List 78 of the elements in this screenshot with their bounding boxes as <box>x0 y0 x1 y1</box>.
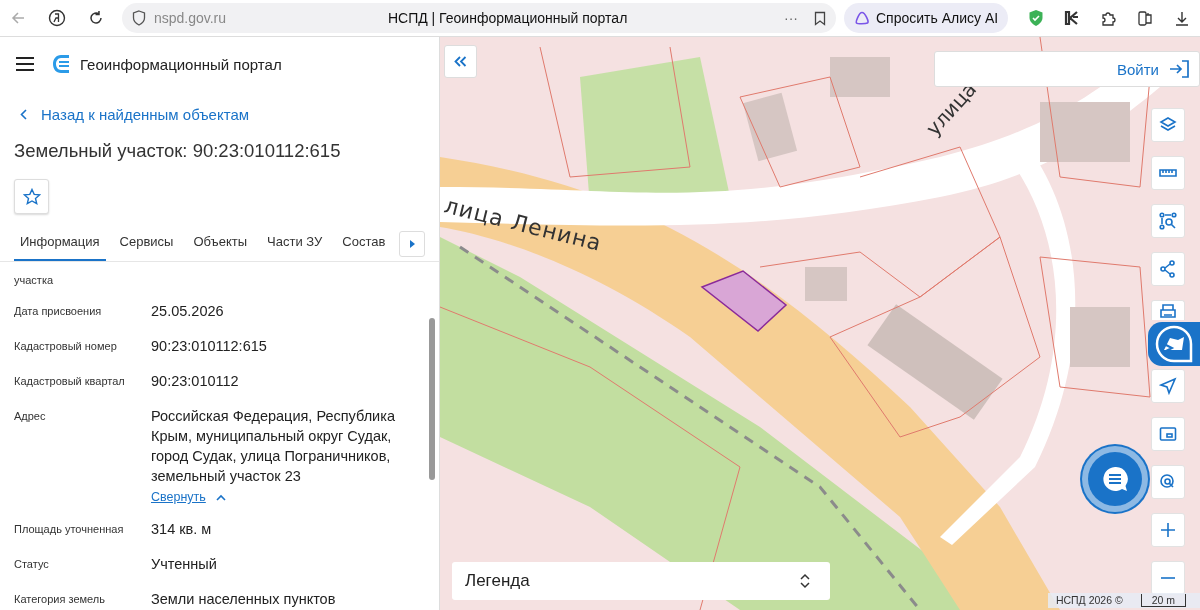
ask-alice-button[interactable]: Спросить Алису AI <box>844 3 1009 33</box>
scale-bar: 20 m <box>1140 594 1186 607</box>
chevron-left-icon <box>20 109 27 120</box>
collapse-link[interactable]: Свернуть <box>151 490 226 504</box>
field-label: Категория земель <box>14 592 106 607</box>
ruler-button[interactable] <box>1151 156 1185 190</box>
field-value: 25.05.2026 <box>151 302 225 321</box>
layers-icon <box>1159 116 1177 134</box>
tab[interactable]: Информация <box>14 226 106 261</box>
puzzle-icon[interactable] <box>1100 9 1118 27</box>
zoom-out-button[interactable] <box>1151 561 1185 595</box>
field-label: Адрес <box>14 409 47 424</box>
layers-button[interactable] <box>1151 108 1185 142</box>
back-link[interactable]: Назад к найденным объектам <box>20 106 250 123</box>
tab[interactable]: Части ЗУ <box>261 226 329 261</box>
tab[interactable]: Сервисы <box>113 226 180 261</box>
attribution-text: НСПД 2026 © <box>1055 594 1123 607</box>
chat-icon <box>1101 465 1129 493</box>
app-title: Геоинформационный портал <box>80 55 282 73</box>
field-label: Площадь уточненная <box>14 522 125 537</box>
area-search-icon <box>1159 212 1177 230</box>
chevron-up-icon <box>215 493 226 501</box>
field-value: 314 кв. м <box>151 520 213 539</box>
field-value: Российская Федерация, Республика Крым, муниципальный округ Судак, город Судак, улица Пограничников, земельный участок 23 <box>151 407 396 486</box>
shield-check-icon[interactable] <box>1028 9 1045 27</box>
double-chevron-left-icon <box>454 56 467 67</box>
field-label: Кадастровый номер <box>14 339 118 354</box>
service-tab-button[interactable] <box>1148 322 1200 366</box>
frame-button[interactable] <box>1151 417 1185 451</box>
street-label: лица Ленина <box>441 192 605 256</box>
minus-icon <box>1159 576 1177 580</box>
share-button[interactable] <box>1151 252 1185 286</box>
triangle-icon <box>854 11 870 25</box>
object-heading: Земельный участок: 90:23:010112:615 <box>14 140 342 162</box>
login-icon <box>1169 60 1189 78</box>
extension-logo-icon[interactable] <box>1064 10 1081 26</box>
page-title: НСПД | Геоинформационный портал <box>387 10 629 26</box>
field-value: Учтенный <box>151 555 218 574</box>
login-button[interactable]: Войти <box>934 51 1200 87</box>
more-button[interactable]: ··· <box>784 10 798 26</box>
field-value: 90:23:010112 <box>151 372 240 391</box>
address-bar[interactable]: nspd.gov.ru НСПД | Геоинформационный портал ··· <box>121 3 836 33</box>
share-icon <box>1159 260 1177 278</box>
tabs-icon[interactable] <box>1137 9 1155 27</box>
select-button[interactable] <box>1151 204 1185 238</box>
field-label: участка <box>14 273 55 286</box>
shield-icon <box>131 10 146 26</box>
print-button[interactable] <box>1151 300 1185 320</box>
url-text: nspd.gov.ru <box>153 10 228 26</box>
location-arrow-icon <box>1159 377 1177 395</box>
plus-icon <box>1159 521 1177 539</box>
field-value: Земли населенных пунктов <box>151 590 337 609</box>
tab[interactable]: Объекты <box>187 226 254 261</box>
favorite-button[interactable] <box>14 179 49 214</box>
field-label: Кадастровый квартал <box>14 374 126 389</box>
locate-button[interactable] <box>1151 465 1185 499</box>
tab[interactable]: Состав <box>336 226 392 261</box>
reload-icon[interactable] <box>87 10 104 26</box>
menu-icon[interactable] <box>16 57 34 71</box>
logo-icon <box>52 54 70 74</box>
navigate-button[interactable] <box>1151 369 1185 403</box>
tabs-scroll-button[interactable] <box>399 230 426 257</box>
frame-icon <box>1159 425 1177 443</box>
browser-logo-icon[interactable] <box>48 9 66 27</box>
field-value: 90:23:010112:615 <box>151 337 268 356</box>
legend-dropdown[interactable]: Легенда <box>452 562 830 600</box>
sort-arrows-icon <box>800 573 810 589</box>
field-label: Дата присвоения <box>14 304 103 319</box>
bookmark-icon[interactable] <box>814 10 826 26</box>
target-search-icon <box>1159 473 1177 491</box>
download-icon[interactable] <box>1174 10 1191 26</box>
collapse-panel-button[interactable] <box>444 45 477 78</box>
zoom-in-button[interactable] <box>1151 513 1185 547</box>
parcel-highlight[interactable] <box>700 270 788 332</box>
folder-arrow-icon <box>1154 324 1194 364</box>
field-label: Статус <box>14 557 50 572</box>
print-icon <box>1159 303 1177 320</box>
triangle-right-icon <box>409 239 415 248</box>
